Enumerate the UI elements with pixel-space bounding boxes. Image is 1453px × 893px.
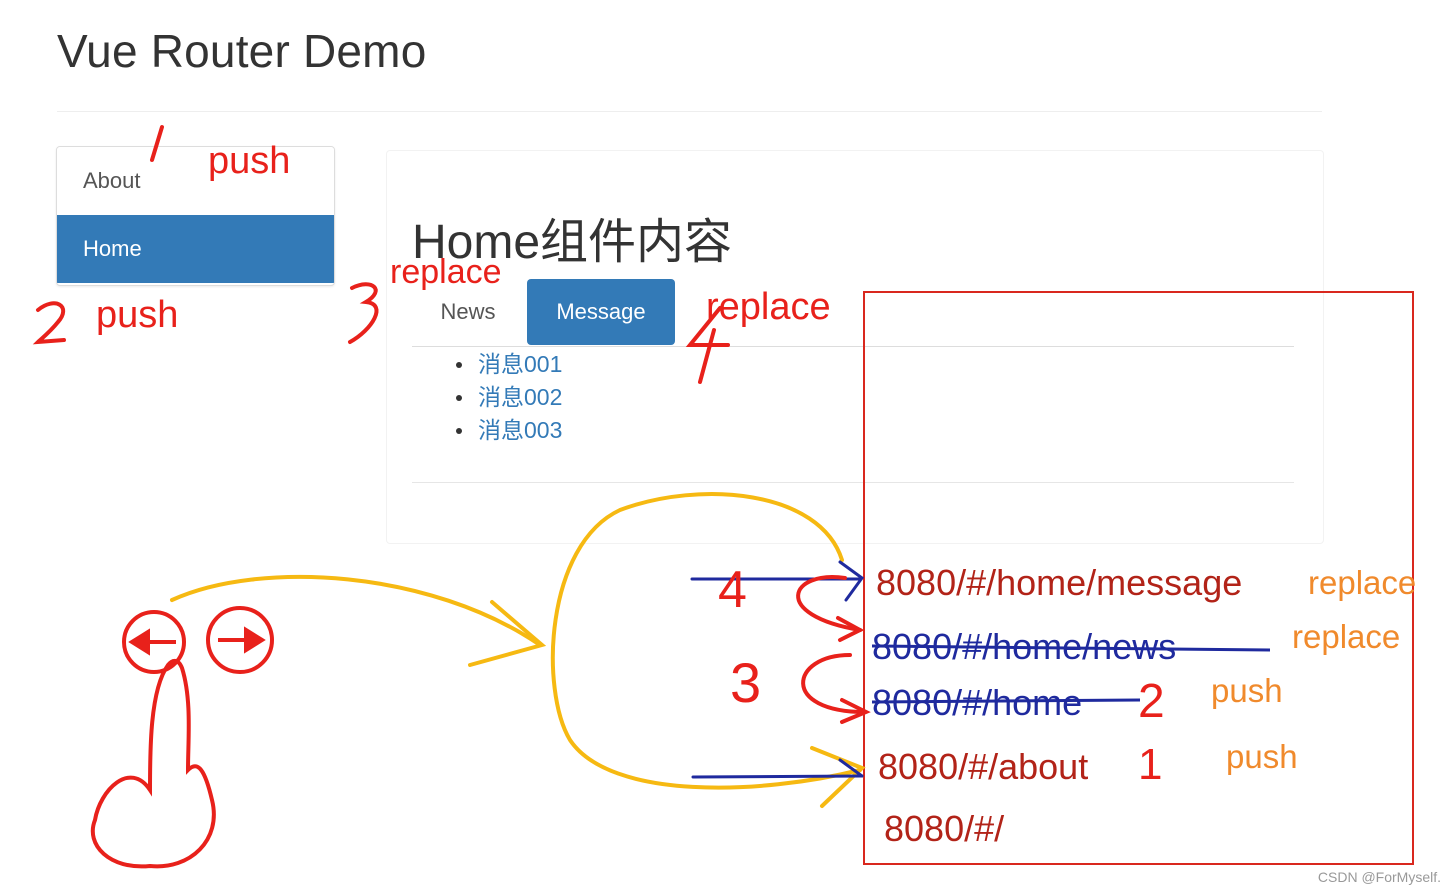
history-entry-method: push (1211, 672, 1283, 709)
stack-step-3: 3 (730, 651, 762, 714)
history-entry-method: push (1226, 738, 1298, 775)
red-curves (32, 125, 871, 724)
stack-step-2: 2 (1138, 675, 1165, 728)
annotation-push-about: push (208, 140, 291, 182)
history-entry-url: 8080/#/home/message (876, 562, 1243, 603)
history-entry-url: 8080/#/ (884, 808, 1005, 849)
history-entry-url: 8080/#/about (878, 746, 1089, 787)
forward-arrow-icon (206, 606, 274, 674)
stack-step-1: 1 (1138, 740, 1163, 789)
stack-step-4: 4 (718, 561, 747, 619)
history-entry-url: 8080/#/home (872, 682, 1083, 723)
annotation-push-home: push (96, 294, 179, 336)
history-entry-method: replace (1308, 564, 1417, 601)
pointing-hand-icon (90, 658, 216, 869)
history-entry-url: 8080/#/home/news (872, 626, 1177, 667)
credit-watermark: CSDN @ForMyself. (1317, 869, 1441, 885)
history-entry-method: replace (1292, 618, 1401, 655)
back-arrow-icon (122, 610, 186, 674)
annotation-replace-message: replace (706, 286, 831, 328)
annotation-replace-news: replace (390, 253, 502, 291)
